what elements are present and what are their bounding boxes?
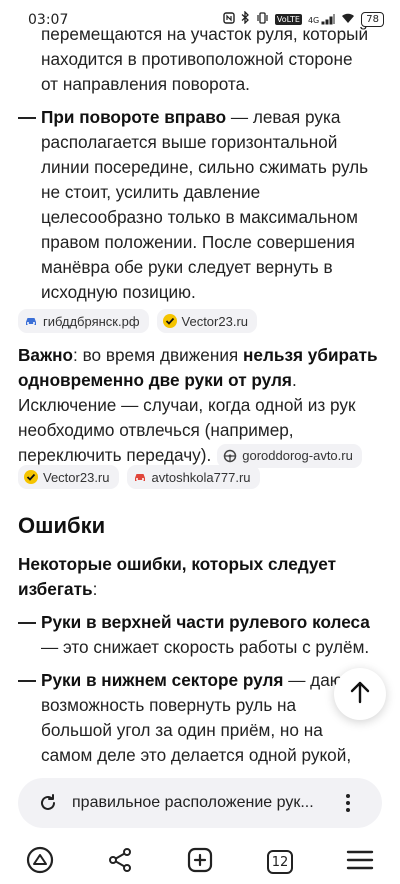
checkmark-logo-icon [162, 314, 177, 328]
car-icon [133, 470, 147, 484]
source-chip[interactable]: Vector23.ru [18, 465, 119, 489]
tabs-count: 12 [267, 850, 293, 874]
sources-row: гибддбрянск.рф Vector23.ru [18, 309, 258, 333]
share-icon [107, 847, 133, 878]
plus-square-icon [187, 847, 213, 878]
menu-button[interactable] [338, 840, 382, 884]
text-line: располагается выше горизонтальной [41, 132, 338, 152]
source-chip[interactable]: Vector23.ru [156, 309, 258, 333]
intro-paragraph: Некоторые ошибки, которых следует избега… [18, 552, 384, 602]
bold-phrase: Руки в верхней части рулевого колеса [41, 612, 370, 632]
reload-icon[interactable] [36, 791, 60, 815]
arrow-up-icon [349, 680, 371, 709]
list-dash [18, 622, 36, 624]
bold-phrase: Важно [18, 345, 74, 365]
source-chip[interactable]: goroddorog-avto.ru [217, 443, 362, 468]
alice-icon [26, 846, 54, 879]
bold-phrase: При повороте вправо [41, 107, 227, 127]
source-chip[interactable]: avtoshkola777.ru [126, 465, 260, 489]
bottom-bar: правильное расположение рук... 12 [0, 770, 400, 884]
text-line: не стоит, усилить давление [41, 182, 261, 202]
bold-phrase: избегать [18, 579, 93, 599]
source-label: Vector23.ru [181, 313, 249, 329]
text-line: самом деле это делается одной рукой, [41, 745, 352, 765]
checkmark-logo-icon [24, 470, 38, 484]
sources-row: Vector23.ru avtoshkola777.ru [18, 465, 260, 489]
section-heading: Ошибки [18, 513, 106, 538]
text-line: исходную позицию. [41, 282, 196, 302]
text-fragment: — левая рука [226, 107, 341, 127]
bold-phrase: одновременно две руки от руля [18, 370, 292, 390]
scroll-to-top-button[interactable] [334, 668, 386, 720]
source-label: гибддбрянск.рф [43, 313, 140, 329]
more-vertical-icon[interactable] [336, 791, 360, 815]
share-button[interactable] [98, 840, 142, 884]
search-bar[interactable]: правильное расположение рук... [18, 778, 382, 828]
bold-phrase: нельзя убирать [243, 345, 378, 365]
text-fragment: : во время движения [73, 345, 244, 365]
bold-phrase: Руки в нижнем секторе руля [41, 670, 284, 690]
list-item: Руки в верхней части рулевого колеса — э… [18, 610, 388, 660]
text-line: большой угол за один приём, но на [41, 720, 323, 740]
hamburger-menu-icon [346, 849, 374, 876]
list-dash [18, 117, 36, 119]
source-chip[interactable]: гибддбрянск.рф [18, 309, 149, 333]
list-dash [18, 680, 36, 682]
list-item: Руки в нижнем секторе руля — дают возмож… [18, 668, 388, 768]
tabs-button[interactable]: 12 [258, 840, 302, 884]
text-line: правом положении. После совершения [41, 232, 355, 252]
bottom-navigation: 12 [0, 840, 400, 884]
text-line: необходимо отвлечься (например, [18, 420, 294, 440]
text-line: Исключение — случаи, когда одной из рук [18, 395, 356, 415]
list-item: При повороте вправо — левая рука распола… [18, 105, 388, 305]
new-tab-button[interactable] [178, 840, 222, 884]
text-line: целесообразно только в максимальном [41, 207, 358, 227]
article-content: перемещаются на участок руля, который на… [0, 22, 400, 782]
list-item: перемещаются на участок руля, который на… [18, 22, 388, 97]
search-query[interactable]: правильное расположение рук... [72, 794, 336, 812]
text-line: — это снижает скорость работы с рулём. [41, 637, 370, 657]
text-line: линии посередине, сильно сжимать руль [41, 157, 369, 177]
car-icon [24, 314, 38, 328]
text-fragment: . [291, 370, 297, 390]
text-line: перемещаются на участок руля, который [41, 24, 369, 44]
source-label: avtoshkola777.ru [151, 469, 251, 485]
alice-assistant-button[interactable] [18, 840, 62, 884]
steering-wheel-icon [223, 449, 237, 463]
bold-phrase: Некоторые ошибки, которых следует [18, 554, 337, 574]
text-line: от направления поворота. [41, 74, 250, 94]
text-line: манёвра обе руки следует вернуть в [41, 257, 333, 277]
important-paragraph: Важно: во время движения нельзя убирать … [18, 343, 384, 468]
text-fragment: : [92, 579, 98, 599]
source-label: Vector23.ru [43, 469, 110, 485]
text-line: находится в противоположной стороне [41, 49, 353, 69]
